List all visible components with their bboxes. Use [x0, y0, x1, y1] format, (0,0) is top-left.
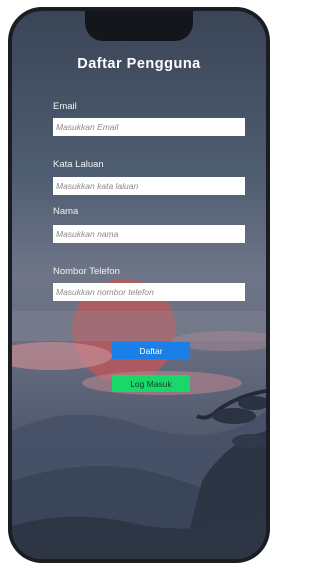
app-screen: Daftar Pengguna Email Kata Laluan Nama N…	[12, 11, 266, 559]
email-label: Email	[53, 101, 77, 112]
phone-frame: Daftar Pengguna Email Kata Laluan Nama N…	[8, 7, 270, 563]
login-button[interactable]: Log Masuk	[112, 375, 190, 392]
page-title: Daftar Pengguna	[77, 56, 201, 72]
register-button[interactable]: Daftar	[112, 342, 190, 359]
email-field[interactable]	[53, 118, 245, 136]
phone-number-field[interactable]	[53, 283, 245, 301]
tree-foliage	[212, 408, 256, 424]
password-label: Kata Laluan	[53, 159, 104, 170]
password-field[interactable]	[53, 177, 245, 195]
name-label: Nama	[53, 206, 79, 217]
phone-number-label: Nombor Telefon	[53, 266, 120, 277]
name-field[interactable]	[53, 225, 245, 243]
phone-notch	[85, 11, 193, 41]
